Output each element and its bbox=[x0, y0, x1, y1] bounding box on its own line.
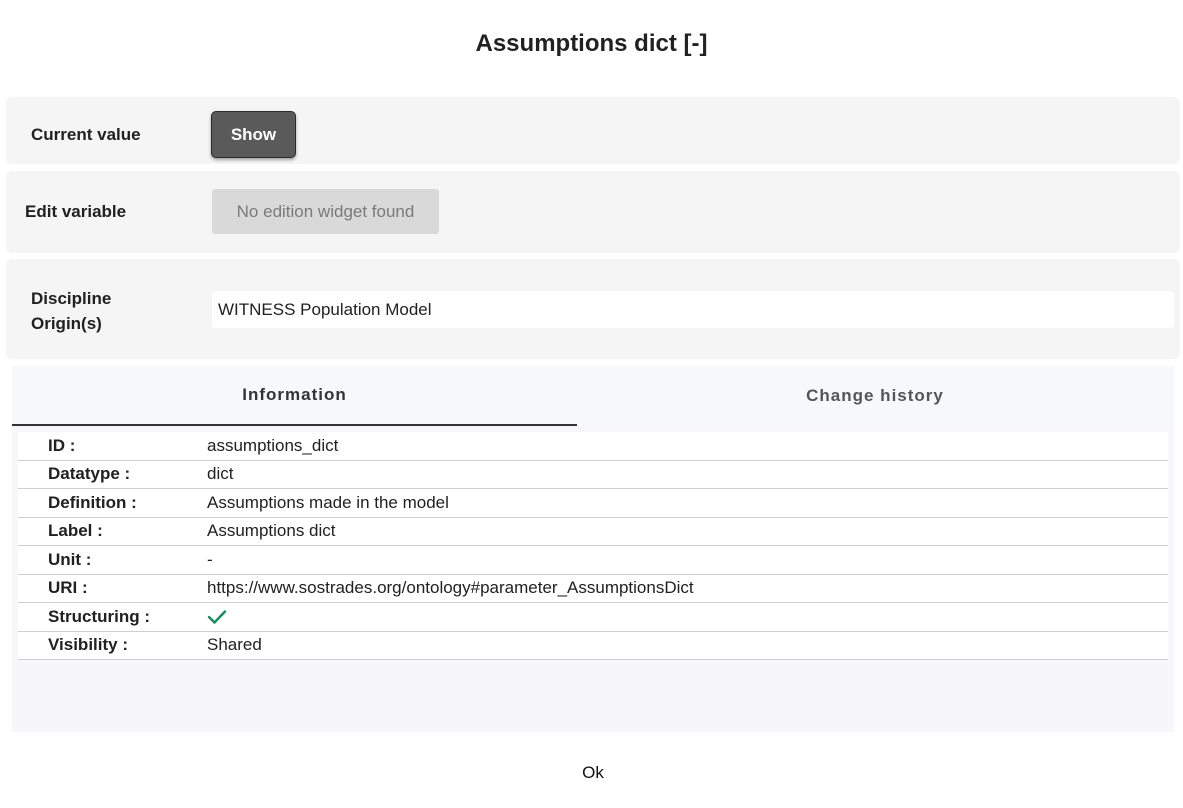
tabs-area: Information Change history ID : assumpti… bbox=[12, 366, 1174, 732]
table-row: ID : assumptions_dict bbox=[18, 432, 1168, 461]
row-value: - bbox=[207, 549, 213, 569]
edit-variable-label: Edit variable bbox=[25, 202, 127, 221]
table-row: Datatype : dict bbox=[18, 461, 1168, 489]
row-key: Visibility : bbox=[48, 635, 128, 655]
row-value: Assumptions dict bbox=[207, 521, 336, 541]
current-value-panel: Current value Show bbox=[6, 97, 1180, 164]
discipline-origin-panel: Discipline Origin(s) WITNESS Population … bbox=[6, 259, 1180, 359]
check-icon bbox=[207, 609, 227, 625]
row-key: URI : bbox=[48, 578, 88, 598]
row-key: Unit : bbox=[48, 549, 92, 569]
no-edition-widget-message: No edition widget found bbox=[212, 189, 439, 234]
discipline-origin-label: Discipline Origin(s) bbox=[31, 289, 112, 333]
row-value: Assumptions made in the model bbox=[207, 492, 449, 512]
ok-button[interactable]: Ok bbox=[563, 757, 623, 789]
tab-information[interactable]: Information bbox=[12, 366, 577, 426]
dialog-title: Assumptions dict [-] bbox=[475, 30, 708, 57]
tab-change-history[interactable]: Change history bbox=[589, 366, 1161, 426]
row-key: Datatype : bbox=[48, 464, 131, 484]
row-key: ID : bbox=[48, 435, 76, 455]
table-row: Structuring : bbox=[18, 603, 1168, 632]
row-key: Definition : bbox=[48, 492, 137, 512]
table-row: URI : https://www.sostrades.org/ontology… bbox=[18, 575, 1168, 603]
variable-dialog: Assumptions dict [-] Current value Show … bbox=[0, 0, 1183, 808]
table-row: Unit : - bbox=[18, 546, 1168, 575]
table-row: Label : Assumptions dict bbox=[18, 518, 1168, 546]
current-value-label: Current value bbox=[31, 125, 141, 144]
table-row: Definition : Assumptions made in the mod… bbox=[18, 489, 1168, 518]
show-button[interactable]: Show bbox=[211, 111, 296, 158]
row-key: Structuring : bbox=[48, 606, 150, 626]
discipline-origin-field: WITNESS Population Model bbox=[212, 291, 1174, 328]
edit-variable-panel: Edit variable No edition widget found bbox=[6, 171, 1180, 253]
row-value: https://www.sostrades.org/ontology#param… bbox=[207, 578, 694, 598]
row-key: Label : bbox=[48, 521, 103, 541]
row-value: assumptions_dict bbox=[207, 435, 339, 455]
row-value: Shared bbox=[207, 635, 262, 655]
table-row: Visibility : Shared bbox=[18, 632, 1168, 660]
row-value: dict bbox=[207, 464, 234, 484]
tab-header: Information Change history bbox=[12, 366, 1174, 426]
information-table: ID : assumptions_dict Datatype : dict De… bbox=[18, 432, 1168, 660]
